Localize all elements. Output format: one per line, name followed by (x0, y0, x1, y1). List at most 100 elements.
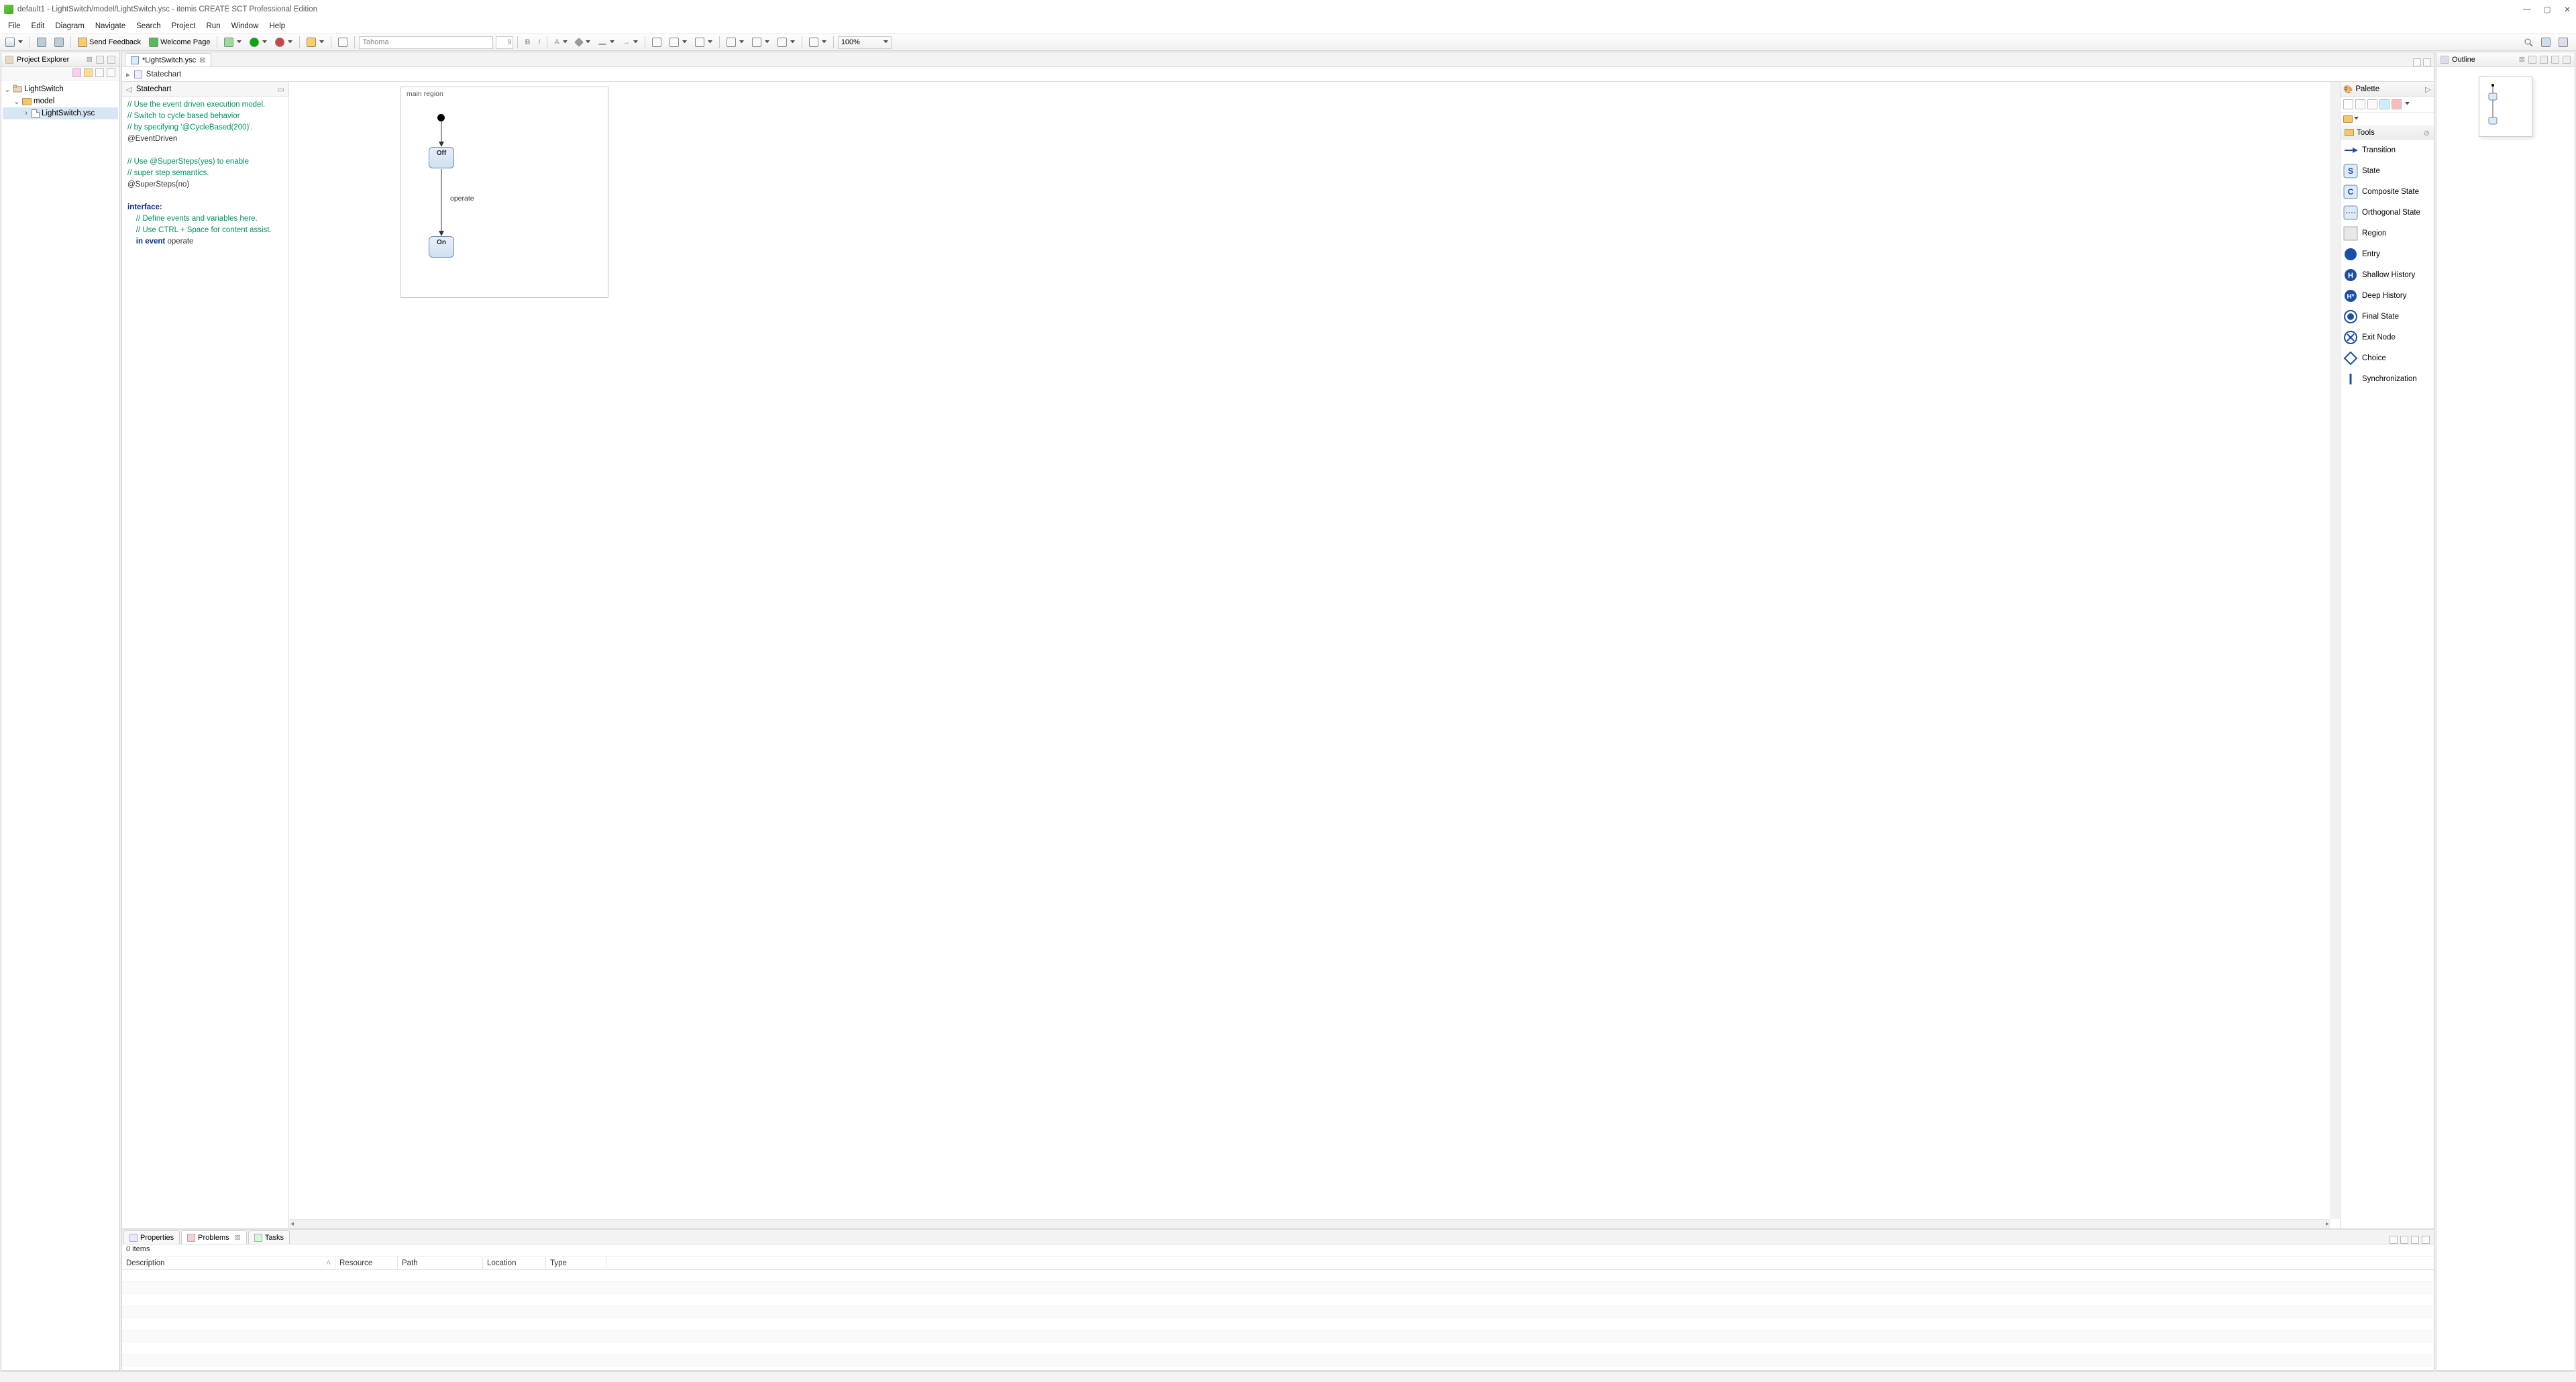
collapse-left-icon[interactable]: ◁ (126, 85, 132, 94)
palette-item-orthogonal-state[interactable]: Orthogonal State (2341, 202, 2434, 223)
tab-tasks[interactable]: Tasks (248, 1230, 290, 1244)
scrollbar-horizontal[interactable]: ◂▸ (289, 1219, 2330, 1228)
definition-code[interactable]: // Use the event driven execution model.… (122, 97, 288, 1228)
menu-run[interactable]: Run (201, 21, 225, 32)
perspective-button[interactable] (2538, 36, 2553, 48)
minimize-view-icon[interactable] (96, 56, 104, 64)
maximize-editor-icon[interactable] (2423, 58, 2431, 66)
outline-thumbnail[interactable] (2479, 76, 2532, 137)
save-button[interactable] (34, 36, 49, 48)
breadcrumb[interactable]: ▸ Statechart (122, 67, 2434, 82)
palette-item-exit-node[interactable]: Exit Node (2341, 327, 2434, 348)
tab-close-icon[interactable]: ⊠ (235, 1233, 241, 1242)
note-tool-dropdown-icon[interactable] (2405, 102, 2410, 107)
palette-item-final-state[interactable]: Final State (2341, 306, 2434, 327)
pin-icon[interactable]: ⊘ (2423, 128, 2430, 138)
search-button[interactable] (304, 36, 327, 48)
welcome-page-button[interactable]: Welcome Page (146, 36, 213, 48)
palette-item-choice[interactable]: Choice (2341, 348, 2434, 368)
editor-tab[interactable]: *LightSwitch.ysc ⊠ (125, 53, 211, 66)
debug-button[interactable] (221, 36, 244, 48)
palette-item-entry[interactable]: Entry (2341, 244, 2434, 264)
diagram-canvas[interactable]: main region Off operate On ◂▸ (289, 82, 2340, 1228)
pin-button[interactable] (335, 36, 350, 48)
view-close-icon[interactable]: ⊠ (87, 55, 93, 64)
palette-item-shallow-history[interactable]: H Shallow History (2341, 264, 2434, 285)
menu-help[interactable]: Help (264, 21, 290, 32)
menu-navigate[interactable]: Navigate (90, 21, 131, 32)
col-type[interactable]: Type (546, 1257, 606, 1269)
note-tool[interactable] (2392, 99, 2402, 109)
col-resource[interactable]: Resource (335, 1257, 398, 1269)
minimize-view-icon[interactable] (2411, 1236, 2419, 1244)
region[interactable]: main region Off operate On (400, 87, 608, 298)
transition-label[interactable]: operate (450, 195, 474, 203)
minimize-editor-icon[interactable] (2413, 58, 2421, 66)
state-on[interactable]: On (429, 236, 454, 258)
tab-properties[interactable]: Properties (123, 1230, 180, 1244)
caret-icon[interactable]: ⌄ (13, 97, 20, 106)
caret-icon[interactable]: › (23, 109, 30, 117)
bold-button[interactable]: B (522, 37, 533, 48)
palette-item-deep-history[interactable]: H* Deep History (2341, 285, 2434, 306)
order-button[interactable] (724, 36, 747, 48)
zoom-in-tool[interactable] (2355, 99, 2365, 109)
send-feedback-button[interactable]: Send Feedback (75, 36, 144, 48)
line-style-button[interactable]: → (620, 37, 641, 48)
menu-window[interactable]: Window (226, 21, 264, 32)
outline-body[interactable] (2436, 67, 2575, 1370)
zoom-out-tool[interactable] (2367, 99, 2377, 109)
menu-file[interactable]: File (3, 21, 26, 32)
chevron-right-icon[interactable]: ▸ (126, 70, 130, 79)
perspective-2-button[interactable] (2556, 36, 2571, 48)
quick-access-button[interactable] (2521, 36, 2536, 48)
palette-item-composite-state[interactable]: C Composite State (2341, 181, 2434, 202)
outline-tool-1[interactable] (2528, 56, 2536, 64)
link-editor-icon[interactable] (84, 68, 93, 77)
maximize-view-icon[interactable] (2563, 56, 2571, 64)
col-description[interactable]: Description˄ (122, 1257, 335, 1269)
view-menu-icon[interactable] (107, 68, 115, 77)
close-button[interactable]: ✕ (2563, 5, 2572, 14)
tab-problems[interactable]: Problems⊠ (181, 1230, 247, 1244)
view-menu-icon[interactable] (2400, 1236, 2408, 1244)
italic-button[interactable]: I (535, 37, 543, 48)
menu-diagram[interactable]: Diagram (50, 21, 89, 32)
palette-item-transition[interactable]: Transition (2341, 140, 2434, 160)
font-size-input[interactable] (496, 36, 513, 49)
filter-icon[interactable] (95, 68, 104, 77)
initial-state[interactable] (437, 114, 445, 121)
run-button[interactable] (247, 36, 270, 48)
font-name-input[interactable] (359, 36, 493, 49)
save-all-button[interactable] (52, 36, 66, 48)
minimize-button[interactable]: — (2522, 5, 2532, 14)
filter-icon[interactable] (2390, 1236, 2398, 1244)
external-tools-button[interactable] (272, 36, 295, 48)
maximize-button[interactable]: ▢ (2542, 5, 2552, 14)
project-tree[interactable]: ⌄ LightSwitch ⌄ model › LightSwitch.ysc (1, 81, 119, 1370)
marquee-tool[interactable] (2379, 99, 2390, 109)
palette-item-region[interactable]: Region (2341, 223, 2434, 244)
state-off[interactable]: Off (429, 147, 454, 168)
zoom-combo[interactable]: 100% (838, 36, 892, 49)
minimize-view-icon[interactable] (2551, 56, 2559, 64)
align-button[interactable] (692, 36, 715, 48)
palette-item-state[interactable]: S State (2341, 160, 2434, 181)
menu-edit[interactable]: Edit (26, 21, 50, 32)
font-color-button[interactable]: A (551, 37, 570, 48)
caret-icon[interactable]: ⌄ (4, 85, 11, 94)
arrange-button[interactable] (775, 36, 798, 48)
tree-file[interactable]: › LightSwitch.ysc (3, 107, 118, 119)
folder-dropdown-icon[interactable] (2354, 117, 2359, 121)
autosize-button[interactable] (649, 36, 664, 48)
detach-icon[interactable]: ▭ (277, 85, 284, 94)
menu-project[interactable]: Project (166, 21, 201, 32)
close-tab-icon[interactable]: ⊠ (199, 56, 205, 64)
fill-color-button[interactable] (573, 38, 593, 47)
grid-button[interactable] (806, 36, 829, 48)
maximize-view-icon[interactable] (107, 56, 115, 64)
outline-tool-2[interactable] (2540, 56, 2548, 64)
menu-search[interactable]: Search (131, 21, 166, 32)
col-path[interactable]: Path (398, 1257, 483, 1269)
tree-project[interactable]: ⌄ LightSwitch (3, 83, 118, 95)
